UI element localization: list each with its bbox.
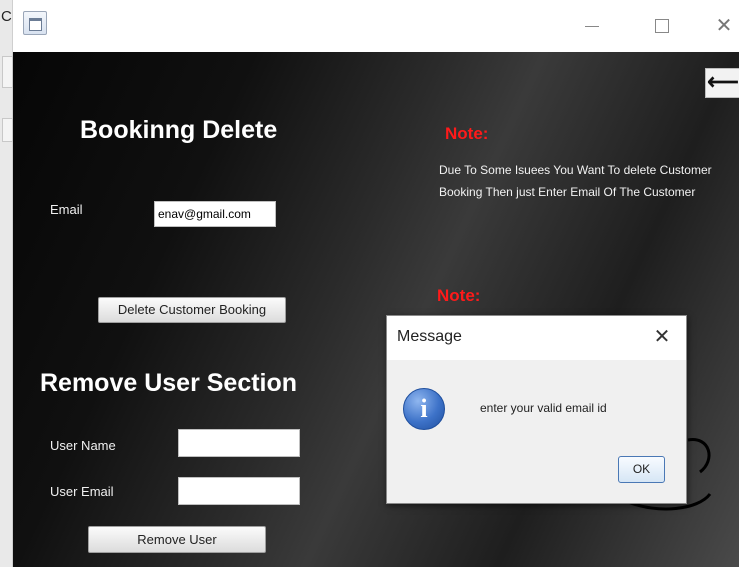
dialog-title-bar: Message ✕ xyxy=(387,316,686,360)
note-text: Due To Some Isuees You Want To delete Cu… xyxy=(439,163,712,199)
close-button[interactable]: ✕ xyxy=(709,14,739,38)
dialog-close-button[interactable]: ✕ xyxy=(649,324,675,350)
user-email-input[interactable] xyxy=(178,477,300,505)
information-icon: i xyxy=(403,388,445,430)
booking-delete-heading: Bookinng Delete xyxy=(80,116,278,144)
background-app-control xyxy=(2,56,13,88)
java-app-icon xyxy=(23,11,47,35)
ok-button[interactable]: OK xyxy=(618,456,665,483)
email-label: Email xyxy=(50,202,83,217)
user-name-input[interactable] xyxy=(178,429,300,457)
minimize-button[interactable] xyxy=(577,14,607,38)
note-heading-2: Note: xyxy=(437,286,481,305)
dialog-message: enter your valid email id xyxy=(480,401,607,415)
delete-customer-booking-button[interactable]: Delete Customer Booking xyxy=(98,297,286,323)
minimize-icon xyxy=(585,26,599,27)
message-dialog: Message ✕ i enter your valid email id OK xyxy=(386,315,687,504)
background-app-control xyxy=(2,118,13,142)
dialog-title: Message xyxy=(397,328,462,345)
remove-user-button[interactable]: Remove User xyxy=(88,526,266,553)
maximize-icon xyxy=(655,19,669,33)
user-email-label: User Email xyxy=(50,484,114,499)
title-bar: ✕ xyxy=(13,0,739,52)
back-arrow-button[interactable]: ⟵ xyxy=(705,68,739,98)
user-name-label: User Name xyxy=(50,438,116,453)
email-input[interactable]: enav@gmail.com xyxy=(154,201,276,227)
note-heading: Note: xyxy=(445,124,489,143)
background-app-text: C xyxy=(1,8,12,25)
maximize-button[interactable] xyxy=(647,14,677,38)
background-app-edge: C xyxy=(0,0,13,567)
remove-user-heading: Remove User Section xyxy=(40,369,298,397)
